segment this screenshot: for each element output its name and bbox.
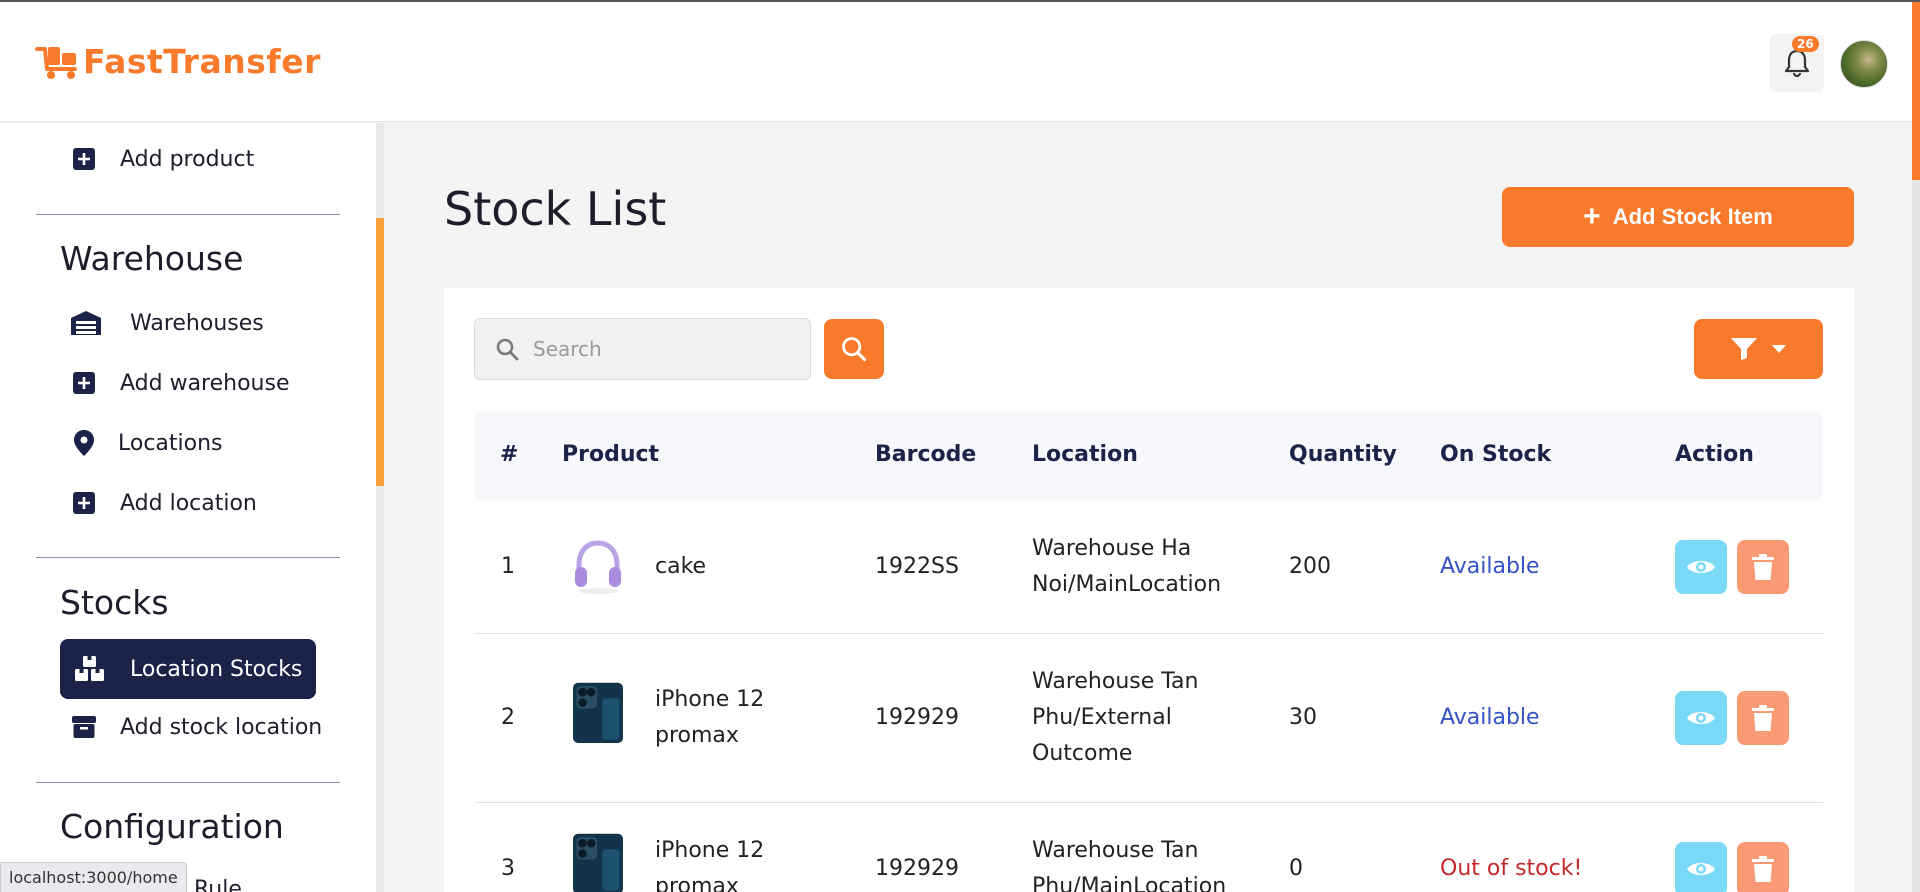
view-button[interactable] bbox=[1675, 540, 1727, 594]
app-name: FastTransfer bbox=[83, 42, 321, 81]
filter-dropdown-button[interactable] bbox=[1694, 319, 1823, 379]
map-pin-icon bbox=[70, 429, 98, 457]
column-header-on-stock: On Stock bbox=[1440, 442, 1552, 467]
add-stock-item-button[interactable]: + Add Stock Item bbox=[1502, 187, 1854, 247]
product-name: iPhone 12 promax bbox=[655, 838, 765, 892]
sidebar-item-add-stock-location[interactable]: Add stock location bbox=[70, 713, 322, 741]
column-header-action: Action bbox=[1675, 442, 1754, 467]
barcode: 192929 bbox=[875, 856, 959, 881]
location: Warehouse Ha Noi/MainLocation bbox=[1032, 536, 1222, 597]
sidebar-item-add-location[interactable]: Add location bbox=[70, 489, 257, 517]
delete-button[interactable] bbox=[1737, 540, 1789, 594]
stock-status: Available bbox=[1440, 554, 1540, 579]
row-index: 1 bbox=[501, 554, 515, 579]
filter-icon bbox=[1730, 338, 1757, 360]
sidebar-item-add-product[interactable]: Add product bbox=[70, 145, 254, 173]
page-title: Stock List bbox=[444, 182, 667, 236]
sidebar-item-warehouses[interactable]: Warehouses bbox=[70, 309, 264, 337]
product-name: iPhone 12 promax bbox=[655, 687, 765, 748]
delete-button[interactable] bbox=[1737, 691, 1789, 745]
user-avatar[interactable] bbox=[1840, 40, 1888, 88]
sidebar-item-label: Add warehouse bbox=[120, 370, 290, 396]
app-logo[interactable]: FastTransfer bbox=[35, 42, 321, 81]
cart-logo-icon bbox=[35, 46, 77, 79]
row-index: 2 bbox=[501, 705, 515, 730]
sidebar-scrollbar-thumb[interactable] bbox=[376, 218, 384, 486]
column-header-location: Location bbox=[1032, 442, 1138, 467]
quantity: 30 bbox=[1289, 705, 1317, 730]
section-heading-stocks: Stocks bbox=[60, 583, 169, 622]
quantity: 0 bbox=[1289, 856, 1303, 881]
row-divider bbox=[475, 802, 1823, 803]
product-name: cake bbox=[655, 554, 707, 579]
trash-icon bbox=[1752, 705, 1774, 731]
sidebar-item-label: Add stock location bbox=[120, 714, 323, 740]
sidebar-item-location-stocks[interactable]: Location Stocks bbox=[60, 639, 316, 699]
view-button[interactable] bbox=[1675, 842, 1727, 892]
trash-icon bbox=[1752, 554, 1774, 580]
section-heading-warehouse: Warehouse bbox=[60, 239, 244, 278]
sidebar-divider bbox=[36, 782, 340, 783]
sidebar-item-label: Location Stocks bbox=[130, 656, 303, 682]
search-input[interactable] bbox=[533, 337, 773, 361]
search-icon bbox=[842, 337, 867, 362]
sidebar: Add product Warehouse Warehouses Add war… bbox=[0, 123, 376, 892]
sidebar-item-label: Add location bbox=[120, 490, 257, 516]
window-edge-accent bbox=[1912, 2, 1920, 892]
sidebar-item-label: Locations bbox=[118, 430, 223, 456]
bell-icon bbox=[1784, 49, 1810, 78]
sidebar-item-locations[interactable]: Locations bbox=[70, 429, 223, 457]
box-icon bbox=[70, 713, 98, 741]
column-header-barcode: Barcode bbox=[875, 442, 977, 467]
location: Warehouse Tan Phu/MainLocation bbox=[1032, 838, 1227, 892]
stock-status: Out of stock! bbox=[1440, 856, 1583, 881]
iphone-image bbox=[573, 833, 623, 892]
plus-square-icon bbox=[70, 489, 98, 517]
eye-icon bbox=[1687, 712, 1715, 724]
boxes-stacked-icon bbox=[72, 655, 108, 683]
location: Warehouse Tan Phu/External Outcome bbox=[1032, 669, 1199, 766]
caret-down-icon bbox=[1771, 345, 1786, 353]
barcode: 1922SS bbox=[875, 554, 959, 579]
sidebar-item-label: Add product bbox=[120, 146, 255, 172]
row-index: 3 bbox=[501, 856, 515, 881]
plus-square-icon bbox=[70, 145, 98, 173]
sidebar-item-add-warehouse[interactable]: Add warehouse bbox=[70, 369, 290, 397]
eye-icon bbox=[1687, 561, 1715, 573]
app-header: FastTransfer 26 bbox=[0, 2, 1920, 122]
column-header-product: Product bbox=[562, 442, 660, 467]
sidebar-item-label: Warehouses bbox=[130, 310, 264, 336]
column-header-index: # bbox=[500, 442, 519, 467]
iphone-image bbox=[573, 682, 623, 743]
sidebar-divider bbox=[36, 214, 340, 215]
search-box bbox=[474, 318, 811, 380]
plus-icon: + bbox=[1583, 200, 1601, 233]
notifications-button[interactable]: 26 bbox=[1770, 34, 1824, 92]
quantity: 200 bbox=[1289, 554, 1331, 579]
delete-button[interactable] bbox=[1737, 842, 1789, 892]
notification-count-badge: 26 bbox=[1792, 36, 1819, 52]
sidebar-divider bbox=[36, 557, 340, 558]
barcode: 192929 bbox=[875, 705, 959, 730]
row-divider bbox=[475, 633, 1823, 634]
table-header bbox=[475, 412, 1823, 500]
view-button[interactable] bbox=[1675, 691, 1727, 745]
add-stock-item-label: Add Stock Item bbox=[1612, 204, 1773, 229]
headphones-image bbox=[575, 540, 621, 594]
stock-status: Available bbox=[1440, 705, 1540, 730]
eye-icon bbox=[1687, 863, 1715, 875]
section-heading-configuration: Configuration bbox=[60, 807, 284, 846]
warehouse-icon bbox=[70, 309, 102, 337]
plus-square-icon bbox=[70, 369, 98, 397]
trash-icon bbox=[1752, 856, 1774, 882]
column-header-quantity: Quantity bbox=[1289, 442, 1397, 467]
search-button[interactable] bbox=[824, 319, 884, 379]
search-icon bbox=[496, 338, 519, 361]
status-bar-url: localhost:3000/home bbox=[0, 862, 187, 892]
